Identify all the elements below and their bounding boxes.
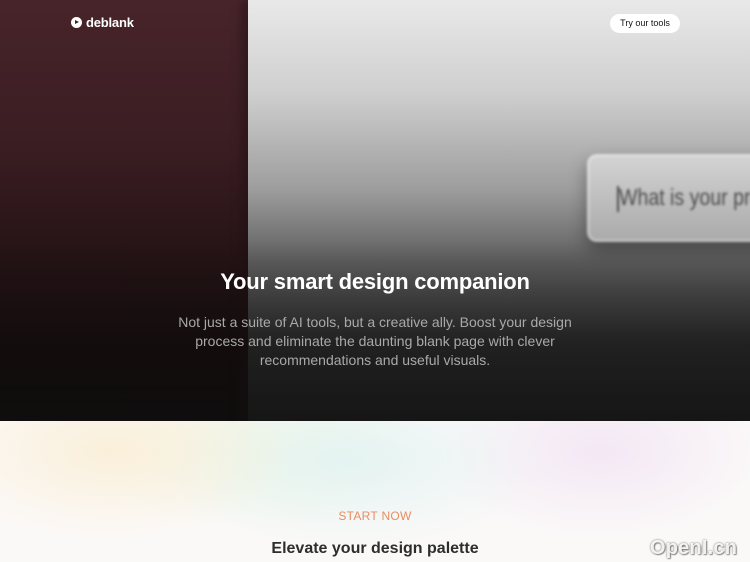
section-eyebrow: START NOW xyxy=(338,509,412,523)
prompt-placeholder-text: What is your pro xyxy=(619,184,750,210)
brand-name: deblank xyxy=(86,15,134,30)
play-circle-icon xyxy=(71,17,82,28)
hero-section: What is your pro deblank Try our tools Y… xyxy=(0,0,750,421)
watermark: OpenI.cn xyxy=(650,537,738,559)
hero-subtitle: Not just a suite of AI tools, but a crea… xyxy=(178,314,572,368)
section-title: Elevate your design palette xyxy=(271,540,479,557)
hero-title: Your smart design companion xyxy=(220,269,530,294)
page: What is your pro deblank Try our tools Y… xyxy=(0,0,750,562)
try-our-tools-button[interactable]: Try our tools xyxy=(610,14,680,33)
start-now-section: START NOW Elevate your design palette xyxy=(0,421,750,562)
hero-prompt-preview: What is your pro xyxy=(587,154,750,242)
brand-logo-link[interactable]: deblank xyxy=(71,15,134,30)
